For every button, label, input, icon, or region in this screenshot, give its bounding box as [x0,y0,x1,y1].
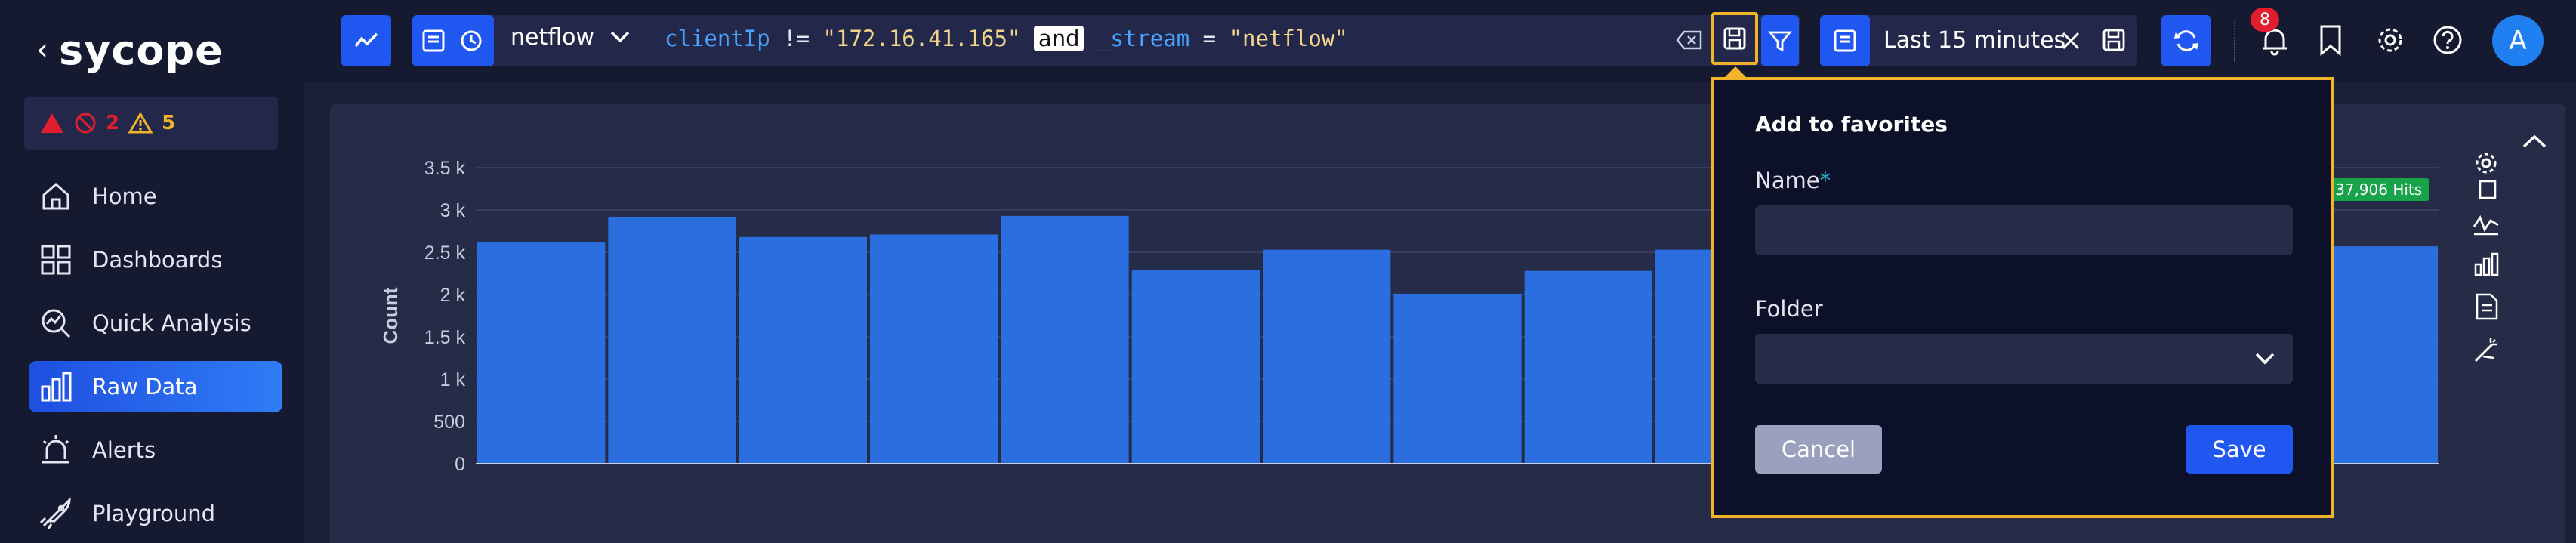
dashboards-icon [41,245,71,275]
notifications-badge: 8 [2251,8,2279,32]
y-tick-label: 1 k [440,369,466,390]
histogram-bar [1263,249,1391,464]
save-to-favorites-button[interactable] [1711,12,1758,65]
query-field: clientIp [665,26,770,51]
query-operator: = [1202,26,1217,51]
query-value: "172.16.41.165" [822,26,1021,51]
refresh-button[interactable] [2161,15,2211,66]
query-value: "netflow" [1229,26,1348,51]
alerts-summary[interactable]: 2 5 [24,97,278,150]
filter-button[interactable] [1761,15,1799,66]
sidebar: ‹ sycope 2 5 Home Dashboards Quick Analy… [0,0,304,543]
document-icon[interactable] [2471,292,2501,322]
saved-queries-icon[interactable] [421,28,449,54]
query-history-buttons[interactable] [412,15,494,66]
y-tick-label: 2.5 k [424,242,466,264]
folder-label: Folder [1755,296,1823,322]
sidebar-item-home[interactable]: Home [29,171,282,222]
warning-icon [128,112,153,134]
folder-select[interactable] [1755,334,2293,384]
home-icon [42,183,69,210]
sidebar-item-label: Playground [92,501,216,526]
histogram-bar [1393,293,1522,464]
query-field: _stream [1097,26,1190,51]
y-tick-label: 3 k [440,200,466,221]
histogram-bar [608,216,736,464]
alert-triangle-icon [41,113,63,133]
sidebar-item-label: Raw Data [92,374,198,400]
required-marker: * [1819,168,1831,193]
clear-time-icon[interactable] [2060,30,2081,51]
y-tick-label: 3.5 k [424,158,466,179]
y-axis-label: Count [379,287,402,344]
collapse-sidebar-icon[interactable]: ‹ [36,35,48,65]
toolbar-divider [2234,20,2235,62]
save-time-icon[interactable] [2101,27,2127,53]
bookmark-icon[interactable] [2317,24,2344,56]
dialog-title: Add to favorites [1755,112,1948,137]
chevron-down-icon[interactable] [609,29,631,45]
raw-data-icon [41,372,72,402]
refresh-icon [2174,30,2198,51]
query-operator: != [783,26,810,51]
copy-icon[interactable] [2471,172,2501,202]
time-range-label[interactable]: Last 15 minutes [1883,27,2065,54]
sidebar-item-alerts[interactable]: Alerts [29,424,282,476]
time-presets-button[interactable] [1820,15,1870,66]
settings-gear-icon[interactable] [2374,24,2406,56]
sidebar-item-label: Quick Analysis [92,310,251,336]
histogram-bar [1524,270,1652,464]
visualization-toggle-button[interactable] [341,15,391,66]
line-chart-icon [354,32,378,48]
histogram-bar [870,234,998,464]
blocked-count: 2 [106,112,120,134]
quick-analysis-icon [42,309,71,338]
sidebar-item-label: Alerts [92,437,156,463]
favorite-name-input[interactable] [1755,205,2293,255]
user-avatar[interactable]: A [2492,15,2544,66]
help-icon[interactable] [2432,24,2463,56]
line-series-icon[interactable] [2471,208,2501,239]
stream-select[interactable]: netflow [511,24,594,51]
sidebar-item-label: Home [92,184,157,209]
query-input[interactable]: clientIp != "172.16.41.165" and _stream … [665,26,1348,51]
hits-count-badge: 37,906 Hits [2328,178,2430,201]
save-icon [1723,27,1746,50]
modal-pointer [1725,66,1746,77]
histogram-bar [739,236,867,464]
bar-series-icon[interactable] [2471,249,2501,279]
y-tick-label: 1.5 k [424,327,466,348]
sidebar-item-quick-analysis[interactable]: Quick Analysis [29,298,282,349]
alerts-icon [42,435,69,464]
magic-wand-icon[interactable] [2471,335,2501,366]
sidebar-item-raw-data[interactable]: Raw Data [29,361,282,412]
y-tick-label: 2 k [440,285,466,306]
playground-icon [39,497,71,529]
clear-query-icon[interactable] [1675,29,1704,51]
filter-icon [1768,31,1792,52]
histogram-bar [1131,270,1260,464]
app-logo[interactable]: ‹ sycope [36,26,224,74]
histogram-bar [477,242,606,464]
saved-time-icon [1834,29,1856,52]
name-label-text: Name [1755,168,1820,193]
histogram-bar [1001,215,1129,464]
query-conjunction: and [1033,26,1084,51]
logo-text: sycope [59,26,224,74]
sidebar-item-playground[interactable]: Playground [29,488,282,539]
blocked-icon [75,113,96,134]
history-icon[interactable] [457,28,486,54]
sidebar-item-dashboards[interactable]: Dashboards [29,234,282,285]
save-button[interactable]: Save [2186,425,2293,474]
y-tick-label: 500 [433,412,465,433]
name-label: Name* [1755,168,1831,193]
sidebar-item-label: Dashboards [92,247,223,273]
cancel-button[interactable]: Cancel [1755,425,1882,474]
collapse-panel-icon[interactable] [2521,133,2548,151]
y-tick-label: 0 [455,454,465,475]
warning-count: 5 [162,112,176,134]
chevron-down-icon [2255,353,2275,365]
